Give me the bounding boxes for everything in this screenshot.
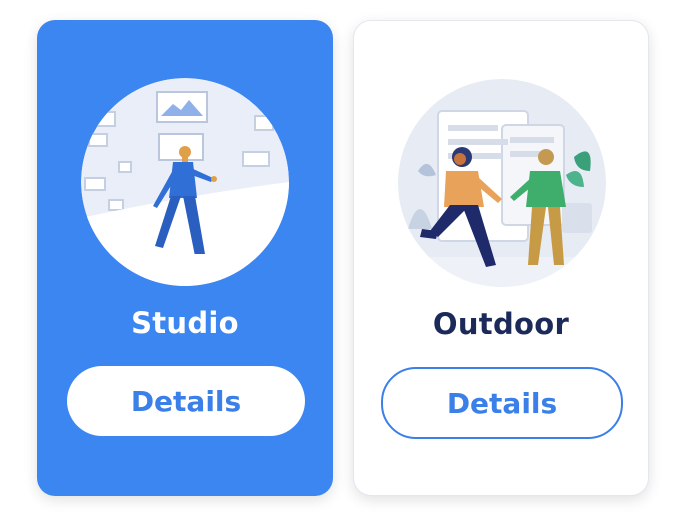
outdoor-details-button[interactable]: Details: [381, 367, 623, 439]
studio-illustration-graphic: [81, 78, 289, 286]
studio-illustration: [81, 78, 289, 286]
outdoor-illustration-graphic: [398, 79, 606, 287]
studio-card[interactable]: Studio Details: [37, 20, 333, 496]
outdoor-illustration: [398, 79, 606, 287]
option-cards-screen: Studio Details Outdoor Details: [0, 0, 700, 516]
card-title: Outdoor: [432, 307, 570, 341]
card-title: Studio: [131, 306, 239, 340]
outdoor-card[interactable]: Outdoor Details: [353, 20, 649, 496]
studio-details-button[interactable]: Details: [67, 366, 305, 436]
